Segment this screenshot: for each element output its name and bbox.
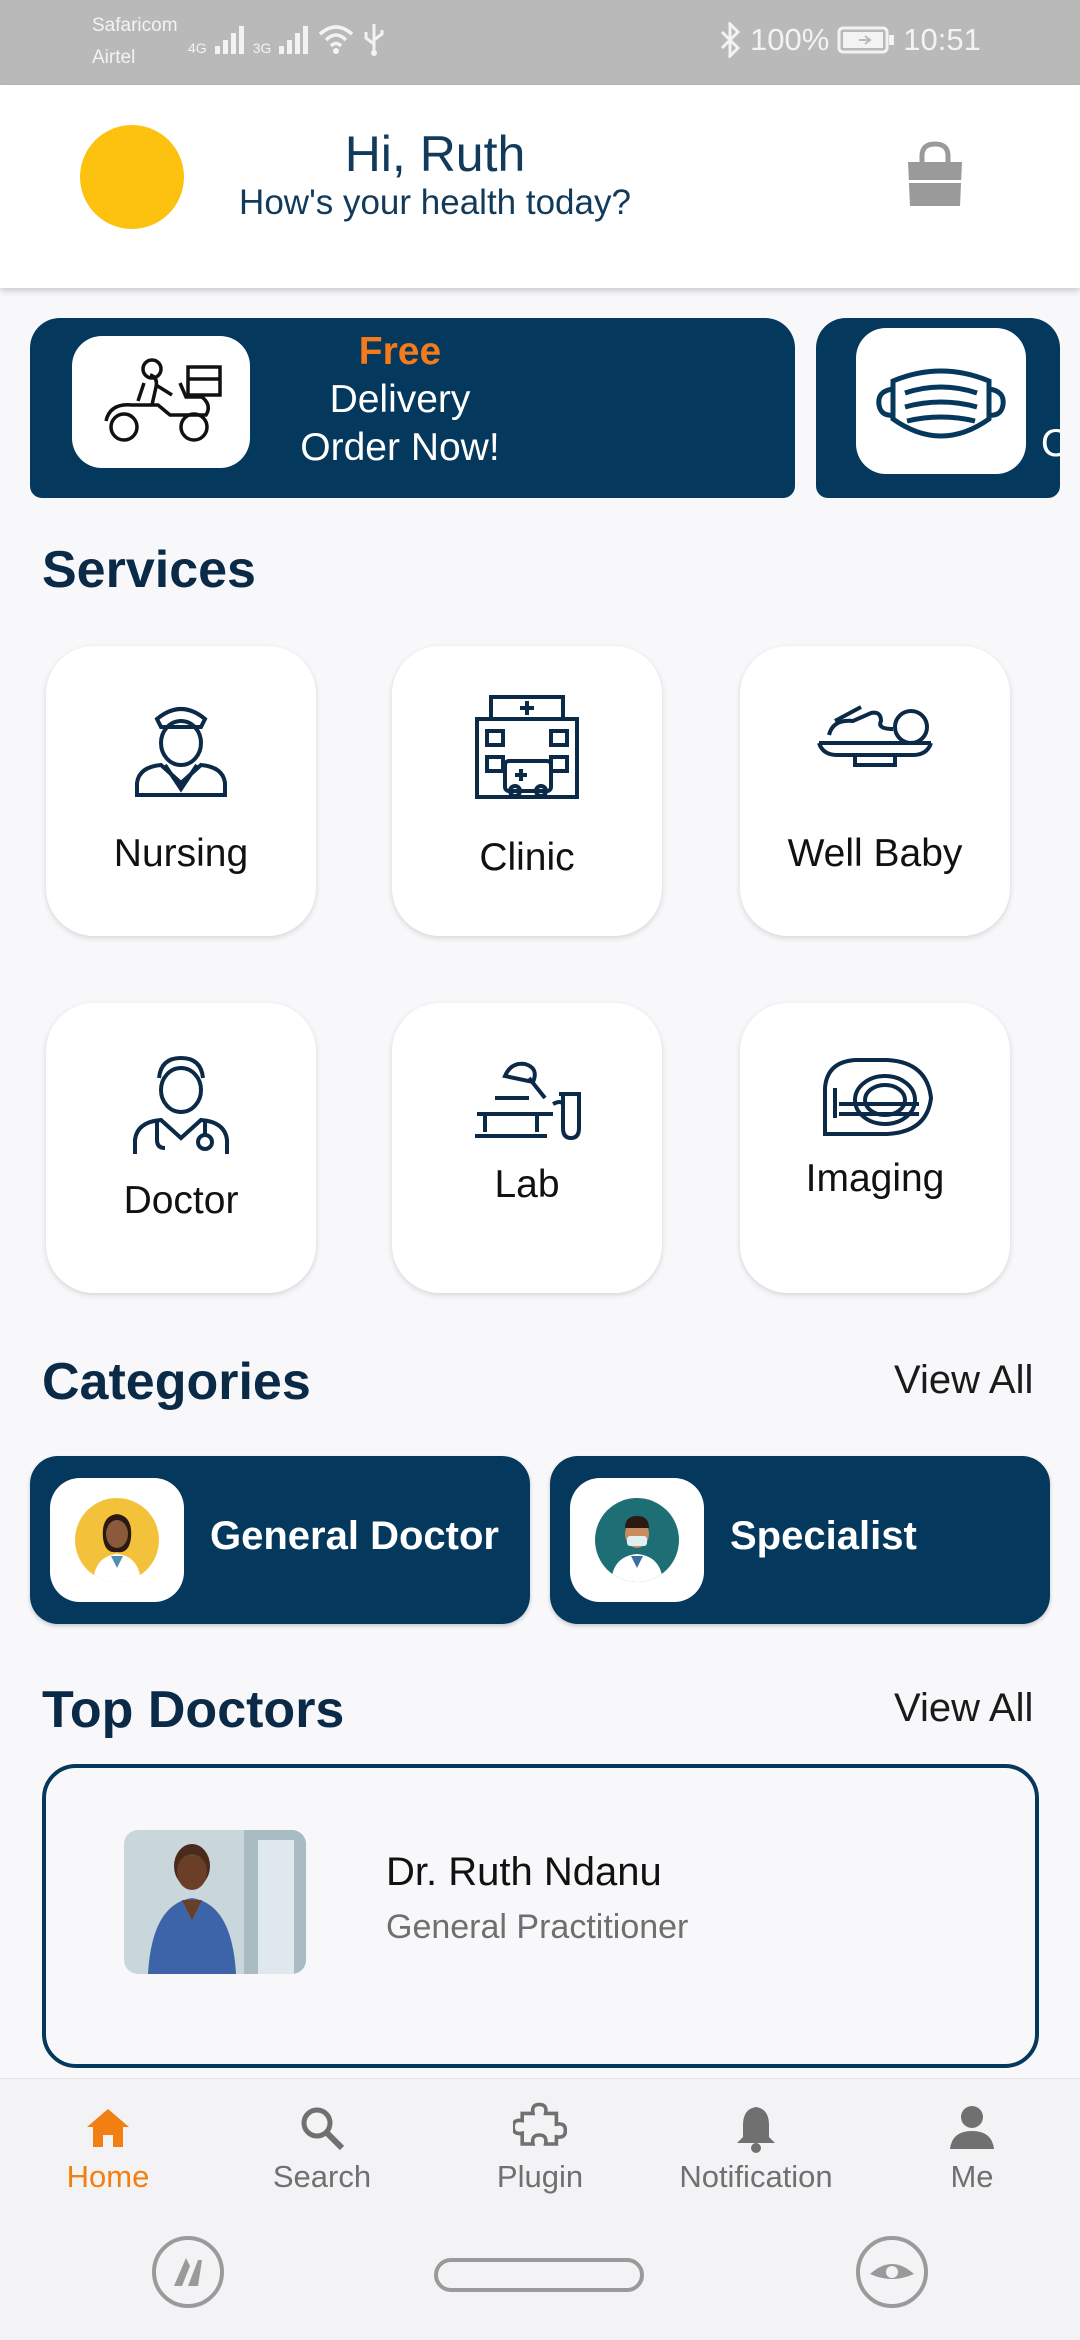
eye-comfort-icon[interactable] bbox=[854, 2234, 930, 2310]
category-label: Specialist bbox=[730, 1514, 917, 1558]
hospital-icon bbox=[475, 695, 579, 799]
service-label: Nursing bbox=[113, 832, 249, 875]
service-label: Clinic bbox=[479, 836, 575, 879]
doctor-icon bbox=[133, 1055, 229, 1154]
banner-line-1: Delivery bbox=[329, 378, 471, 421]
category-avatar-box bbox=[570, 1478, 704, 1602]
assistant-icon[interactable] bbox=[150, 2234, 226, 2310]
carrier-label-2: Airtel bbox=[92, 47, 136, 68]
promo-banner-delivery[interactable]: Free Delivery Order Now! bbox=[30, 318, 795, 498]
banner-line-2: Order Now! bbox=[300, 426, 500, 469]
person-icon bbox=[950, 2106, 994, 2149]
shopping-bag-icon[interactable] bbox=[900, 140, 970, 210]
banner-text: Free Delivery Order Now! bbox=[270, 328, 530, 472]
plugin-icon bbox=[513, 2102, 567, 2146]
categories-view-all-link[interactable]: View All bbox=[894, 1358, 1033, 1403]
signal-icon-2 bbox=[279, 26, 309, 54]
doctor-name: Dr. Ruth Ndanu bbox=[386, 1850, 662, 1894]
service-card-clinic[interactable]: Clinic bbox=[392, 646, 662, 936]
microscope-icon bbox=[475, 1061, 581, 1141]
baby-scale-icon bbox=[817, 705, 933, 767]
battery-percent: 100% bbox=[750, 22, 830, 57]
nav-plugin[interactable]: Plugin bbox=[440, 2101, 640, 2195]
service-label: Well Baby bbox=[787, 832, 963, 875]
nav-notification[interactable]: Notification bbox=[656, 2101, 856, 2195]
bell-icon bbox=[737, 2107, 775, 2153]
mri-scanner-icon bbox=[823, 1058, 934, 1136]
bluetooth-icon bbox=[720, 22, 741, 58]
nav-home[interactable]: Home bbox=[8, 2101, 208, 2195]
categories-title: Categories bbox=[42, 1353, 311, 1411]
status-bar: Safaricom Airtel 4G 3G 100% 10:51 bbox=[0, 0, 1080, 85]
female-doctor-avatar bbox=[75, 1498, 159, 1582]
network-type-2: 3G bbox=[252, 40, 272, 56]
nav-label: Home bbox=[66, 2159, 150, 2194]
bottom-navigation: Home Search Plugin Notification Me bbox=[0, 2078, 1080, 2210]
delivery-scooter-icon bbox=[104, 358, 222, 442]
service-label: Lab bbox=[494, 1163, 560, 1206]
banner-2-text: C bbox=[1040, 422, 1060, 465]
nav-label: Plugin bbox=[496, 2159, 584, 2194]
face-mask-icon bbox=[876, 368, 1006, 439]
category-card-specialist[interactable]: Specialist bbox=[550, 1456, 1050, 1624]
nav-search[interactable]: Search bbox=[222, 2101, 422, 2195]
network-type-1: 4G bbox=[188, 40, 207, 56]
doctor-photo bbox=[124, 1830, 306, 1974]
category-avatar-box bbox=[50, 1478, 184, 1602]
doctor-specialty: General Practitioner bbox=[386, 1908, 689, 1946]
home-gesture-bar[interactable] bbox=[434, 2258, 644, 2292]
category-card-general-doctor[interactable]: General Doctor bbox=[30, 1456, 530, 1624]
battery-icon bbox=[837, 26, 895, 54]
greeting-title: Hi, Ruth bbox=[344, 126, 526, 182]
male-doctor-avatar bbox=[595, 1498, 679, 1582]
usb-icon bbox=[364, 24, 384, 56]
services-title: Services bbox=[42, 541, 256, 599]
banner-image bbox=[72, 336, 250, 468]
banner-image-2 bbox=[856, 328, 1026, 474]
app-header: Hi, Ruth How's your health today? bbox=[0, 85, 1080, 288]
system-navigation-bar bbox=[0, 2210, 1080, 2340]
greeting-subtitle: How's your health today? bbox=[239, 183, 631, 222]
nav-me[interactable]: Me bbox=[872, 2101, 1072, 2195]
signal-icon bbox=[214, 26, 244, 54]
signal-group: 4G 3G bbox=[188, 22, 387, 56]
service-card-lab[interactable]: Lab bbox=[392, 1003, 662, 1293]
home-icon bbox=[87, 2109, 129, 2147]
service-card-well-baby[interactable]: Well Baby bbox=[740, 646, 1010, 936]
search-icon bbox=[301, 2107, 345, 2151]
service-card-imaging[interactable]: Imaging bbox=[740, 1003, 1010, 1293]
service-label: Imaging bbox=[805, 1157, 945, 1200]
category-label: General Doctor bbox=[210, 1514, 499, 1558]
status-right: 100% 10:51 bbox=[718, 22, 981, 58]
service-card-nursing[interactable]: Nursing bbox=[46, 646, 316, 936]
promo-banner-mask[interactable]: C bbox=[816, 318, 1060, 498]
service-label: Doctor bbox=[123, 1179, 239, 1222]
doctor-card[interactable]: Dr. Ruth Ndanu General Practitioner bbox=[42, 1764, 1039, 2068]
top-doctors-view-all-link[interactable]: View All bbox=[894, 1686, 1033, 1731]
carrier-label-1: Safaricom bbox=[92, 15, 178, 36]
nav-label: Search bbox=[272, 2159, 372, 2194]
banner-accent-text: Free bbox=[358, 330, 442, 373]
nav-label: Me bbox=[950, 2159, 994, 2194]
wifi-icon bbox=[319, 25, 354, 54]
user-avatar[interactable] bbox=[80, 125, 184, 229]
nurse-icon bbox=[135, 707, 227, 797]
clock: 10:51 bbox=[903, 22, 981, 57]
service-card-doctor[interactable]: Doctor bbox=[46, 1003, 316, 1293]
nav-label: Notification bbox=[679, 2159, 833, 2194]
top-doctors-title: Top Doctors bbox=[42, 1681, 345, 1739]
